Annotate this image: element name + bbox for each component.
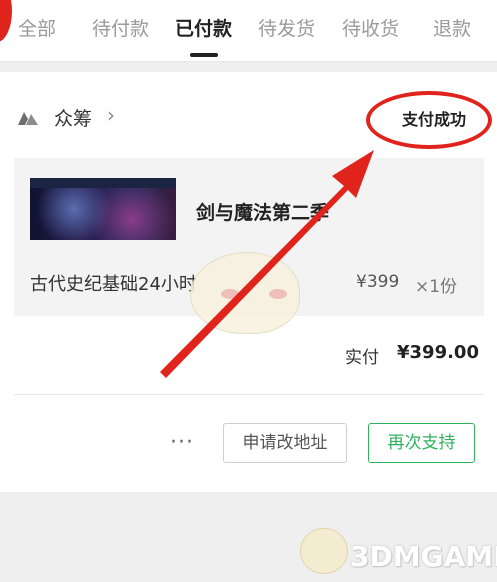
tab-to-ship[interactable]: 待发货 bbox=[258, 14, 315, 41]
active-tab-indicator bbox=[190, 53, 218, 57]
watermark-mascot bbox=[190, 252, 300, 334]
product-variant: 古代史纪基础24小时 bbox=[30, 274, 197, 295]
product-thumbnail[interactable] bbox=[30, 178, 176, 240]
paid-amount: ¥399.00 bbox=[397, 342, 479, 363]
divider bbox=[14, 394, 484, 395]
product-title: 剑与魔法第二季 bbox=[196, 202, 330, 224]
tab-refund[interactable]: 退款 bbox=[433, 14, 471, 41]
project-source-label[interactable]: 众筹 bbox=[54, 104, 92, 131]
change-address-button[interactable]: 申请改地址 bbox=[223, 423, 347, 463]
tab-to-receive[interactable]: 待收货 bbox=[342, 14, 399, 41]
paid-label: 实付 bbox=[345, 348, 379, 368]
item-price: ¥399 bbox=[356, 272, 400, 292]
tab-all[interactable]: 全部 bbox=[18, 14, 56, 41]
watermark-mascot-icon bbox=[300, 528, 348, 574]
modian-logo-icon bbox=[18, 112, 38, 125]
chevron-right-icon[interactable]: › bbox=[107, 103, 115, 127]
support-again-button[interactable]: 再次支持 bbox=[368, 423, 475, 463]
order-status-tabs: 全部 待付款 已付款 待发货 待收货 退款 bbox=[0, 0, 497, 62]
more-options-button[interactable]: ··· bbox=[170, 430, 194, 455]
tab-paid[interactable]: 已付款 bbox=[175, 14, 232, 41]
annotation-circle bbox=[366, 91, 492, 149]
item-quantity: ×1份 bbox=[415, 277, 458, 297]
tab-pending-payment[interactable]: 待付款 bbox=[92, 14, 149, 41]
watermark-text: 3DMGAME bbox=[350, 540, 497, 573]
annotation-red-mark bbox=[0, 0, 12, 42]
